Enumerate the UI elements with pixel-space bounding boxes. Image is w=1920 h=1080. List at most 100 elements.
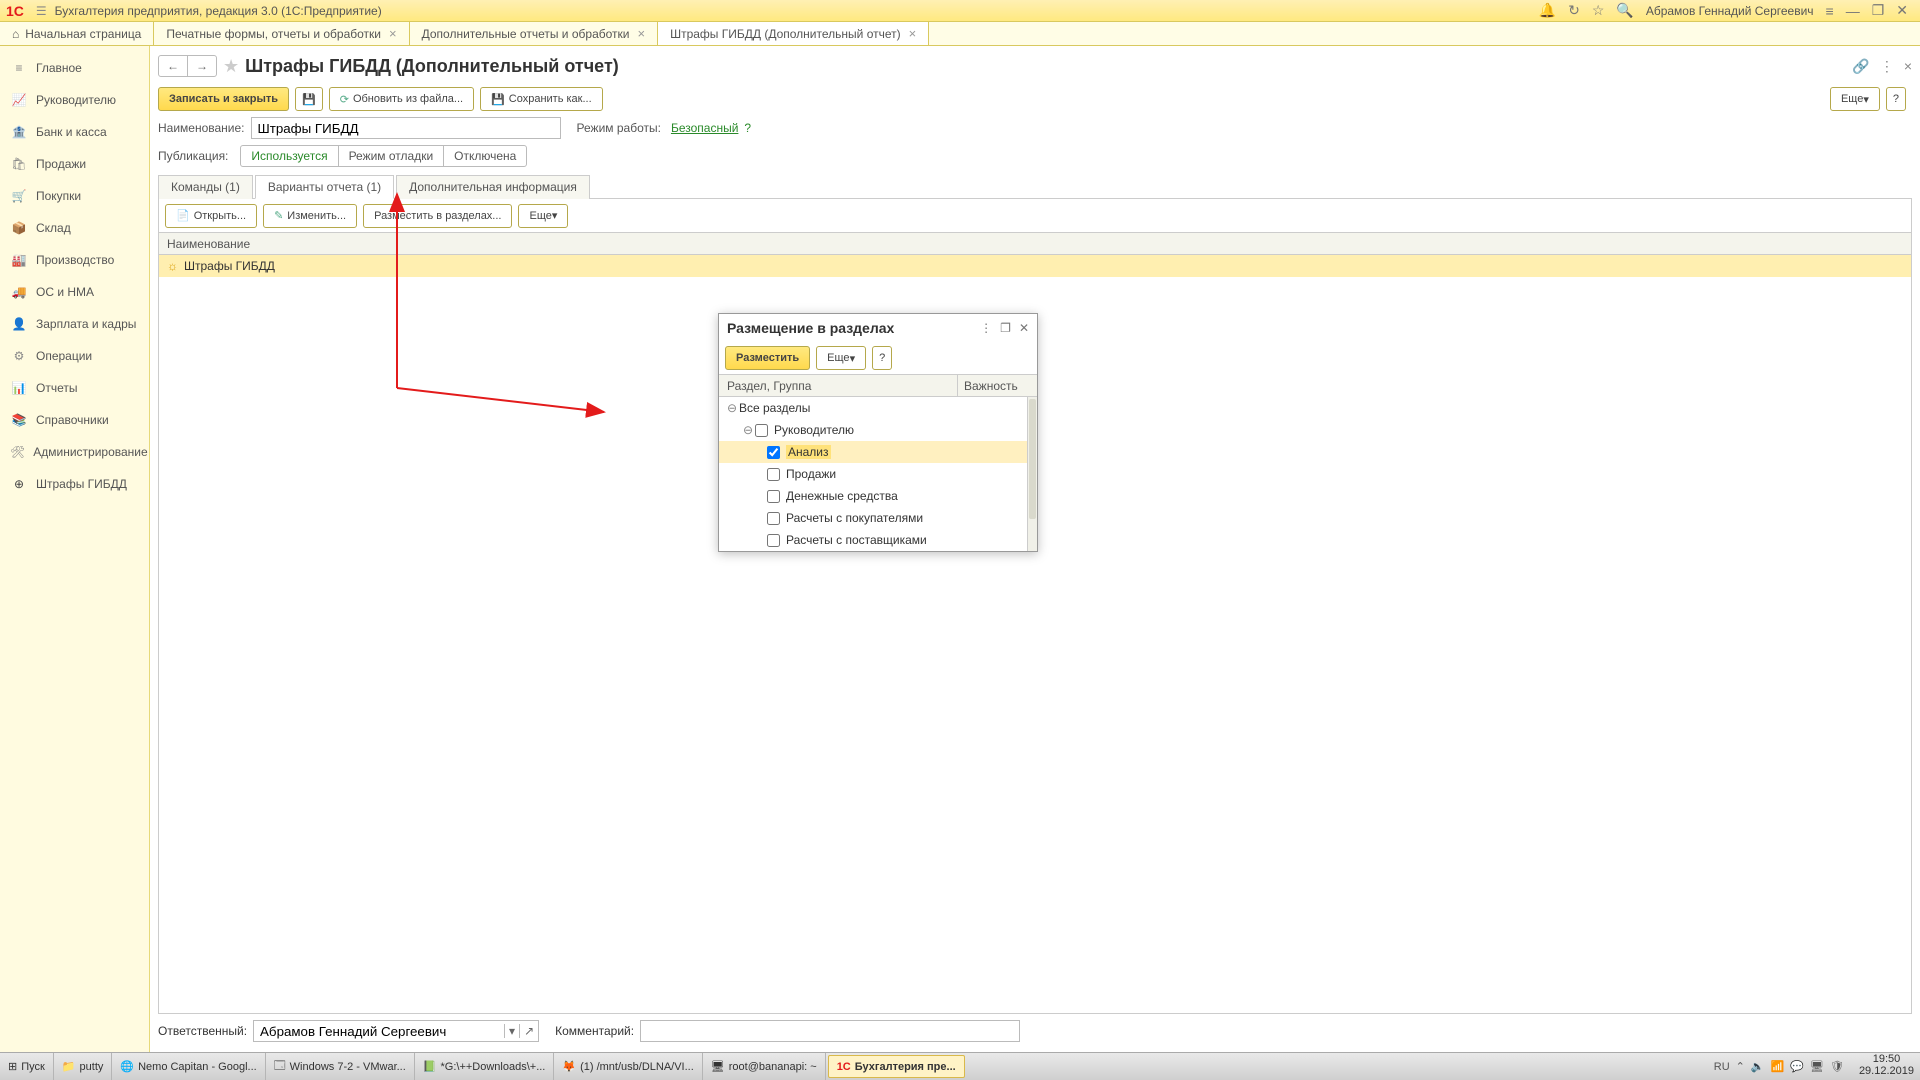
sidebar-item-main[interactable]: ≡Главное xyxy=(0,52,149,84)
sidebar-item-manager[interactable]: 📈Руководителю xyxy=(0,84,149,116)
tree-checkbox[interactable] xyxy=(767,490,780,503)
dialog-place-button[interactable]: Разместить xyxy=(725,346,810,370)
lang-indicator[interactable]: RU xyxy=(1714,1061,1730,1073)
subtab-variants[interactable]: Варианты отчета (1) xyxy=(255,175,394,199)
tab-home[interactable]: ⌂ Начальная страница xyxy=(0,22,154,45)
sidebar-item-assets[interactable]: 🚚ОС и НМА xyxy=(0,276,149,308)
comment-input[interactable] xyxy=(640,1020,1020,1042)
save-button[interactable]: 💾 xyxy=(295,87,323,111)
tree-row-sales[interactable]: Продажи xyxy=(719,463,1037,485)
sidebar-item-operations[interactable]: ⚙Операции xyxy=(0,340,149,372)
pub-disabled[interactable]: Отключена xyxy=(443,146,526,166)
name-input[interactable] xyxy=(251,117,561,139)
close-icon[interactable]: ✕ xyxy=(1896,2,1908,19)
task-chrome[interactable]: 🌐Nemo Capitan - Googl... xyxy=(112,1053,265,1080)
update-from-file-button[interactable]: ⟳Обновить из файла... xyxy=(329,87,474,111)
open-ref-icon[interactable]: ↗ xyxy=(519,1024,538,1038)
sidebar-item-catalogs[interactable]: 📚Справочники xyxy=(0,404,149,436)
tree-col-importance[interactable]: Важность xyxy=(957,375,1037,396)
more-button[interactable]: Еще ▾ xyxy=(1830,87,1880,111)
tab-close-icon[interactable]: × xyxy=(389,26,397,41)
sidebar-item-sales[interactable]: 🛍Продажи xyxy=(0,148,149,180)
mode-help-icon[interactable]: ? xyxy=(744,121,751,135)
edit-button[interactable]: ✎Изменить... xyxy=(263,204,357,228)
sidebar-item-salary[interactable]: 👤Зарплата и кадры xyxy=(0,308,149,340)
place-in-sections-button[interactable]: Разместить в разделах... xyxy=(363,204,512,228)
tray-icon[interactable]: 🛡 xyxy=(1830,1060,1844,1073)
collapse-icon[interactable]: ⊖ xyxy=(743,423,755,437)
grid-row[interactable]: ☼ Штрафы ГИБДД xyxy=(159,255,1911,277)
tray-icon[interactable]: ⌃ xyxy=(1736,1060,1745,1073)
chevron-down-icon[interactable]: ▾ xyxy=(504,1024,519,1038)
subtab-commands[interactable]: Команды (1) xyxy=(158,175,253,199)
tree-row-manager[interactable]: ⊖ Руководителю xyxy=(719,419,1037,441)
dialog-maximize-icon[interactable]: ❐ xyxy=(1000,321,1011,335)
dialog-close-icon[interactable]: ✕ xyxy=(1019,321,1029,335)
page-menu-icon[interactable]: ⋮ xyxy=(1880,58,1894,75)
task-putty[interactable]: 📁putty xyxy=(54,1053,113,1080)
tree-scrollbar[interactable] xyxy=(1027,397,1037,551)
tree-checkbox[interactable] xyxy=(767,534,780,547)
bell-icon[interactable]: 🔔 xyxy=(1539,2,1556,19)
collapse-icon[interactable]: ⊖ xyxy=(727,401,739,415)
task-firefox[interactable]: 🦊(1) /mnt/usb/DLNA/VI... xyxy=(554,1053,702,1080)
tab-close-icon[interactable]: × xyxy=(909,26,917,41)
dialog-more-button[interactable]: Еще ▾ xyxy=(816,346,866,370)
user-name[interactable]: Абрамов Геннадий Сергеевич xyxy=(1646,4,1814,18)
variants-more-button[interactable]: Еще ▾ xyxy=(518,204,568,228)
tree-row-suppliers[interactable]: Расчеты с поставщиками xyxy=(719,529,1037,551)
nav-back[interactable]: ← xyxy=(159,56,187,76)
task-1c[interactable]: 1СБухгалтерия пре... xyxy=(828,1055,965,1078)
mode-link[interactable]: Безопасный xyxy=(671,121,738,135)
favorite-star-icon[interactable]: ★ xyxy=(223,56,239,77)
minimize-icon[interactable]: — xyxy=(1846,3,1860,19)
sidebar-item-purchases[interactable]: 🛒Покупки xyxy=(0,180,149,212)
settings-icon[interactable]: ≡ xyxy=(1826,3,1834,19)
tree-checkbox[interactable] xyxy=(767,512,780,525)
sidebar-item-gibdd[interactable]: ⊕Штрафы ГИБДД xyxy=(0,468,149,500)
open-button[interactable]: 📄Открыть... xyxy=(165,204,257,228)
tree-checkbox[interactable] xyxy=(767,468,780,481)
tree-checkbox[interactable] xyxy=(755,424,768,437)
grid-column-name[interactable]: Наименование xyxy=(159,233,1911,255)
tray-icon[interactable]: 📶 xyxy=(1771,1060,1785,1073)
star-icon[interactable]: ☆ xyxy=(1592,2,1605,19)
pub-debug[interactable]: Режим отладки xyxy=(338,146,444,166)
dialog-menu-icon[interactable]: ⋮ xyxy=(980,321,992,335)
dialog-help-button[interactable]: ? xyxy=(872,346,892,370)
pub-used[interactable]: Используется xyxy=(241,146,337,166)
history-icon[interactable]: ↻ xyxy=(1568,2,1580,19)
task-ssh[interactable]: 🖥root@bananapi: ~ xyxy=(703,1053,826,1080)
maximize-icon[interactable]: ❐ xyxy=(1872,2,1885,19)
save-close-button[interactable]: Записать и закрыть xyxy=(158,87,289,111)
tree-col-section[interactable]: Раздел, Группа xyxy=(719,375,957,396)
responsible-input[interactable] xyxy=(254,1021,504,1041)
tab-fines-gibdd[interactable]: Штрафы ГИБДД (Дополнительный отчет) × xyxy=(658,22,929,45)
sidebar-item-admin[interactable]: 🛠Администрирование xyxy=(0,436,149,468)
tree-checkbox[interactable] xyxy=(767,446,780,459)
sidebar-item-warehouse[interactable]: 📦Склад xyxy=(0,212,149,244)
link-icon[interactable]: 🔗 xyxy=(1852,58,1869,75)
tab-print-forms[interactable]: Печатные формы, отчеты и обработки × xyxy=(154,22,409,45)
responsible-field[interactable]: ▾ ↗ xyxy=(253,1020,539,1042)
nav-forward[interactable]: → xyxy=(187,56,216,76)
tray-icon[interactable]: 💬 xyxy=(1790,1060,1804,1073)
tab-close-icon[interactable]: × xyxy=(637,26,645,41)
page-close-icon[interactable]: × xyxy=(1904,58,1912,74)
clock[interactable]: 19:50 29.12.2019 xyxy=(1853,1053,1920,1080)
help-button[interactable]: ? xyxy=(1886,87,1906,111)
tree-row-all[interactable]: ⊖ Все разделы xyxy=(719,397,1037,419)
burger-icon[interactable]: ☰ xyxy=(36,4,47,18)
tray-icon[interactable]: 🖥 xyxy=(1810,1060,1824,1073)
sidebar-item-bank[interactable]: 🏦Банк и касса xyxy=(0,116,149,148)
subtab-info[interactable]: Дополнительная информация xyxy=(396,175,590,199)
tab-additional-reports[interactable]: Дополнительные отчеты и обработки × xyxy=(410,22,658,45)
save-as-button[interactable]: 💾Сохранить как... xyxy=(480,87,603,111)
start-button[interactable]: ⊞Пуск xyxy=(0,1053,54,1080)
tree-row-cash[interactable]: Денежные средства xyxy=(719,485,1037,507)
scrollbar-thumb[interactable] xyxy=(1029,399,1036,519)
task-vmware[interactable]: 🗔Windows 7-2 - VMwar... xyxy=(266,1053,415,1080)
tray-icon[interactable]: 🔈 xyxy=(1751,1060,1765,1073)
sidebar-item-production[interactable]: 🏭Производство xyxy=(0,244,149,276)
sidebar-item-reports[interactable]: 📊Отчеты xyxy=(0,372,149,404)
